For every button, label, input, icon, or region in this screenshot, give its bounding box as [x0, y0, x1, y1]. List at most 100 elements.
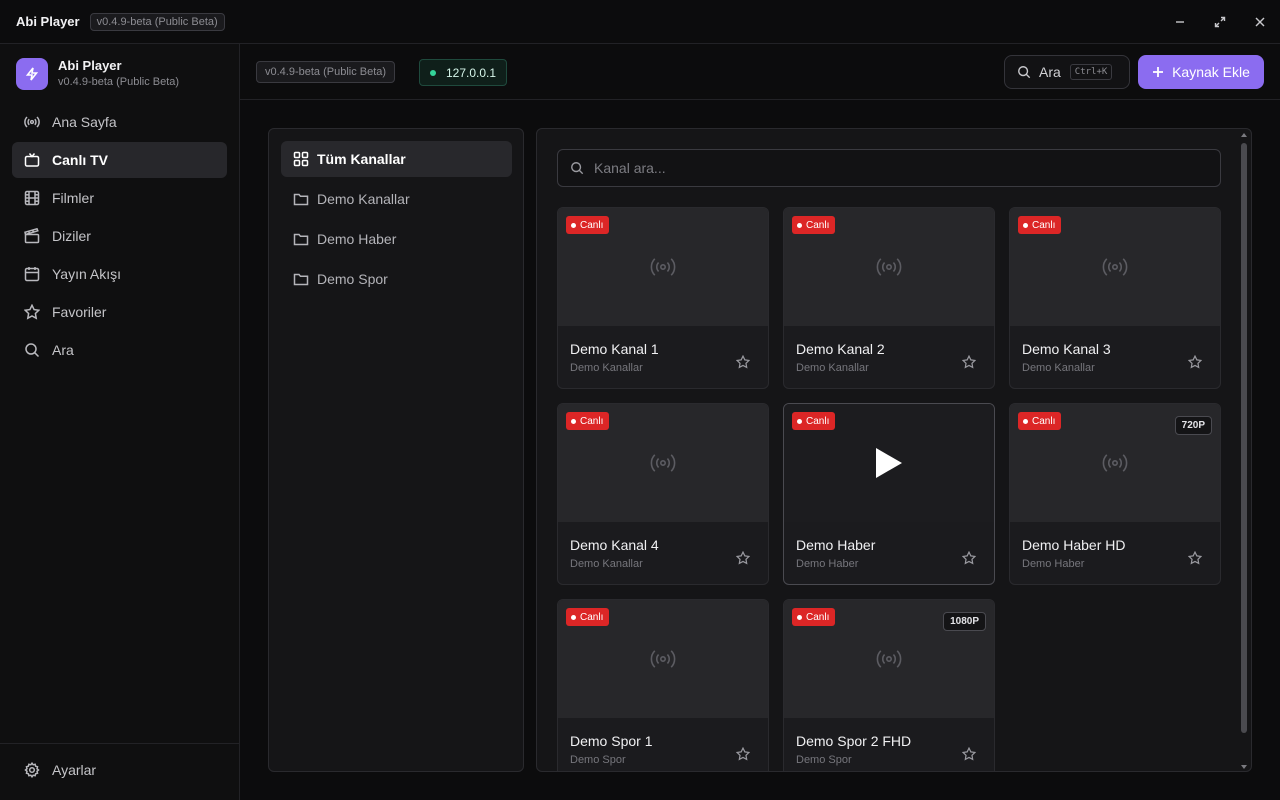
channel-group: Demo Spor — [796, 754, 852, 766]
category-item-all[interactable]: Tüm Kanallar — [281, 141, 512, 177]
channel-name: Demo Kanal 4 — [570, 537, 659, 553]
channel-card[interactable]: Canlı Demo Kanal 2 Demo Kanallar — [783, 207, 995, 389]
keyboard-shortcut: Ctrl+K — [1069, 64, 1113, 80]
live-badge: Canlı — [566, 216, 610, 234]
sidebar: Abi Player v0.4.9-beta (Public Beta) Ana… — [0, 44, 240, 800]
channel-panel: Canlı Demo Kanal 1 Demo Kanallar Canlı Demo … — [536, 128, 1252, 772]
favorite-button[interactable] — [961, 746, 977, 761]
live-dot-icon — [797, 614, 802, 620]
channel-name: Demo Kanal 3 — [1022, 341, 1111, 357]
channel-search-input[interactable] — [594, 160, 1194, 176]
live-dot-icon — [571, 614, 576, 620]
nav-item-series[interactable]: Diziler — [12, 218, 227, 254]
channel-name: Demo Spor 1 — [570, 733, 653, 749]
nav-item-favorites[interactable]: Favoriler — [12, 294, 227, 330]
global-search-button[interactable]: Ara Ctrl+K — [1004, 55, 1130, 89]
channel-card[interactable]: Canlı 1080P Demo Spor 2 FHD Demo Spor — [783, 599, 995, 771]
live-label: Canlı — [580, 611, 604, 623]
add-source-label: Kaynak Ekle — [1172, 64, 1250, 80]
favorite-button[interactable] — [735, 354, 751, 369]
nav-item-label: Diziler — [52, 228, 91, 244]
favorite-button[interactable] — [961, 550, 977, 565]
maximize-button[interactable] — [1200, 0, 1240, 44]
maximize-icon — [1214, 16, 1226, 28]
add-source-button[interactable]: Kaynak Ekle — [1138, 55, 1264, 89]
nav-item-search[interactable]: Ara — [12, 332, 227, 368]
favorite-button[interactable] — [1187, 550, 1203, 565]
version-badge: v0.4.9-beta (Public Beta) — [256, 61, 396, 83]
nav-item-movies[interactable]: Filmler — [12, 180, 227, 216]
favorite-button[interactable] — [961, 354, 977, 369]
plus-icon — [1153, 67, 1164, 77]
broadcast-placeholder-icon — [650, 650, 676, 668]
star-icon — [961, 550, 977, 565]
channel-card[interactable]: Canlı Demo Kanal 3 Demo Kanallar — [1009, 207, 1221, 389]
favorite-button[interactable] — [1187, 354, 1203, 369]
nav-item-label: Favoriler — [52, 304, 107, 320]
scroll-down-arrow-icon[interactable] — [1241, 765, 1247, 769]
channel-group: Demo Haber — [1022, 558, 1085, 570]
nav-item-label: Ayarlar — [52, 762, 97, 778]
channel-group: Demo Haber — [796, 558, 859, 570]
star-icon — [735, 746, 751, 761]
nav-item-live-tv[interactable]: Canlı TV — [12, 142, 227, 178]
lightning-logo-icon — [16, 58, 48, 90]
window-title: Abi Player — [16, 14, 80, 29]
calendar-icon — [24, 267, 40, 282]
live-dot-icon — [1023, 418, 1028, 424]
category-item-demo-haber[interactable]: Demo Haber — [281, 221, 512, 257]
star-icon — [735, 354, 751, 369]
live-label: Canlı — [580, 219, 604, 231]
clapperboard-icon — [24, 228, 40, 244]
category-label: Demo Spor — [317, 271, 388, 287]
window-controls — [1160, 0, 1280, 44]
title-bar: Abi Player v0.4.9-beta (Public Beta) — [0, 0, 1280, 44]
live-badge: Canlı — [566, 608, 610, 626]
category-label: Tüm Kanallar — [317, 151, 406, 167]
star-icon — [1187, 354, 1203, 369]
star-icon — [961, 354, 977, 369]
server-ip: 127.0.0.1 — [446, 65, 497, 80]
broadcast-placeholder-icon — [876, 650, 902, 668]
scroll-up-arrow-icon[interactable] — [1241, 133, 1247, 137]
channel-name: Demo Kanal 1 — [570, 341, 659, 357]
brand-title: Abi Player — [58, 58, 122, 73]
live-badge: Canlı — [792, 216, 836, 234]
channel-group: Demo Kanallar — [570, 362, 643, 374]
quality-badge: 720P — [1174, 416, 1212, 435]
server-status-badge: 127.0.0.1 — [419, 59, 508, 86]
nav-item-schedule[interactable]: Yayın Akışı — [12, 256, 227, 292]
live-dot-icon — [797, 222, 802, 228]
category-item-demo-spor[interactable]: Demo Spor — [281, 261, 512, 297]
category-label: Demo Kanallar — [317, 191, 410, 207]
live-badge: Canlı — [1018, 412, 1062, 430]
scrollbar-thumb[interactable] — [1241, 143, 1247, 733]
favorite-button[interactable] — [735, 550, 751, 565]
minimize-button[interactable] — [1160, 0, 1200, 44]
tv-icon — [24, 153, 40, 167]
film-icon — [24, 190, 40, 206]
channel-name: Demo Haber HD — [1022, 537, 1126, 553]
search-icon — [25, 343, 40, 358]
favorite-button[interactable] — [735, 746, 751, 761]
channel-card[interactable]: Canlı 720P Demo Haber HD Demo Haber — [1009, 403, 1221, 585]
folder-icon — [293, 193, 309, 206]
nav-item-label: Ara — [52, 342, 74, 358]
minimize-icon — [1176, 21, 1184, 23]
close-button[interactable] — [1240, 0, 1280, 44]
nav-item-home[interactable]: Ana Sayfa — [12, 104, 227, 140]
channel-card[interactable]: Canlı Demo Spor 1 Demo Spor — [557, 599, 769, 771]
search-label: Ara — [1039, 64, 1061, 80]
scrollbar[interactable] — [1240, 133, 1248, 769]
live-dot-icon — [571, 418, 576, 424]
star-icon — [1187, 550, 1203, 565]
channel-card[interactable]: Canlı Demo Kanal 1 Demo Kanallar — [557, 207, 769, 389]
channel-card[interactable]: Canlı Demo Haber Demo Haber — [783, 403, 995, 585]
category-list: Tüm Kanallar Demo Kanallar Demo Haber De… — [281, 141, 512, 301]
broadcast-placeholder-icon — [1102, 454, 1128, 472]
category-item-demo-kanallar[interactable]: Demo Kanallar — [281, 181, 512, 217]
channel-name: Demo Haber — [796, 537, 876, 553]
channel-card[interactable]: Canlı Demo Kanal 4 Demo Kanallar — [557, 403, 769, 585]
live-badge: Canlı — [566, 412, 610, 430]
nav-item-settings[interactable]: Ayarlar — [12, 752, 227, 788]
